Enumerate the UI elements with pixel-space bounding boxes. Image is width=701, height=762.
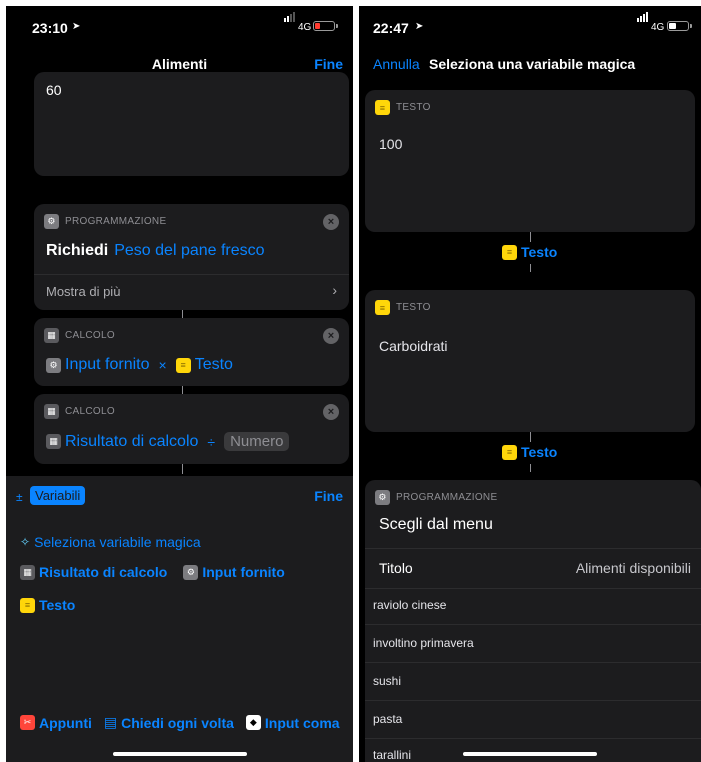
text-card-1[interactable]: ≡ TESTO 100 [365, 90, 695, 232]
ask-each-time-variable[interactable]: ▤ Chiedi ogni volta [104, 714, 234, 731]
category-label: TESTO [396, 102, 431, 113]
category-label: PROGRAMMAZIONE [65, 216, 167, 227]
calculator-icon: ▦ [20, 564, 35, 580]
menu-title-field[interactable]: Alimenti disponibili [576, 560, 691, 576]
select-magic-variable-button[interactable]: ✧ Seleziona variabile magica [20, 534, 201, 550]
remove-action-button[interactable]: × [323, 214, 339, 230]
status-time: 23:10 [32, 20, 68, 36]
network-label: 4G [298, 22, 312, 33]
text-variable[interactable]: ≡ Testo [20, 597, 75, 613]
battery-icon [667, 21, 689, 31]
status-bar: 23:10 ➤ 4G [6, 6, 353, 46]
calculate-card-2[interactable]: ▦ CALCOLO × ▦ Risultato di calcolo ÷ Nume… [34, 394, 349, 464]
location-arrow-icon: ➤ [415, 21, 424, 32]
show-more-button[interactable]: Mostra di più [46, 284, 120, 299]
shortcut-input-variable[interactable]: ◆ Input coma [245, 715, 340, 731]
scissors-icon: ✂ [20, 715, 35, 730]
gear-icon: ⚙ [46, 357, 61, 373]
action-title: Scegli dal menu [379, 516, 493, 533]
choose-from-menu-card[interactable]: ⚙ PROGRAMMAZIONE Scegli dal menu Titolo … [365, 480, 701, 762]
status-bar: 22:47 ➤ 4G [359, 6, 701, 46]
clipboard-variable[interactable]: ✂ Appunti [20, 715, 92, 731]
text-icon: ≡ [20, 597, 35, 613]
left-phone-screen: 23:10 ➤ 4G Alimenti Fine 60 ⚙ PROGRAMMAZ… [6, 6, 353, 762]
chevron-right-icon: › [332, 282, 337, 298]
text-value[interactable]: Carboidrati [379, 338, 447, 354]
text-magic-variable-2[interactable]: ≡ Testo [502, 444, 557, 460]
variables-done-button[interactable]: Fine [314, 488, 343, 504]
network-label: 4G [651, 22, 665, 33]
input-variable[interactable]: ⚙ Input fornito [183, 564, 285, 580]
category-label: PROGRAMMAZIONE [396, 492, 498, 503]
speech-bubble-icon: ▤ [103, 714, 118, 730]
home-indicator [463, 752, 597, 756]
gear-icon: ⚙ [183, 564, 199, 580]
remove-action-button[interactable]: × [323, 328, 339, 344]
text-value[interactable]: 60 [46, 82, 62, 98]
action-name: Richiedi [46, 242, 109, 259]
text-icon: ≡ [375, 100, 390, 115]
variables-tab[interactable]: Variabili [30, 486, 86, 505]
text-magic-variable-1[interactable]: ≡ Testo [502, 244, 557, 260]
prompt-parameter[interactable]: Peso del pane fresco [114, 242, 264, 260]
menu-item[interactable]: involtino primavera [365, 636, 701, 650]
text-variable-chip[interactable]: ≡ Testo [175, 356, 233, 374]
text-value[interactable]: 100 [379, 136, 402, 152]
menu-title-label: Titolo [379, 560, 413, 576]
status-time: 22:47 [373, 20, 409, 36]
number-placeholder[interactable]: Numero [224, 432, 290, 451]
page-title: Alimenti [151, 56, 208, 72]
calc-result-variable-chip[interactable]: ▦ Risultato di calcolo [46, 433, 198, 451]
gear-icon: ⚙ [44, 214, 59, 229]
text-icon: ≡ [375, 300, 390, 315]
input-variable-chip[interactable]: ⚙ Input fornito [46, 356, 150, 374]
operator-button[interactable]: × [159, 357, 167, 373]
ask-for-input-card[interactable]: ⚙ PROGRAMMAZIONE × Richiedi Peso del pan… [34, 204, 349, 310]
text-icon: ≡ [502, 444, 517, 460]
cancel-button[interactable]: Annulla [373, 56, 420, 72]
gear-icon: ⚙ [375, 490, 390, 505]
calc-result-variable[interactable]: ▦ Risultato di calcolo [20, 564, 167, 580]
right-phone-screen: 22:47 ➤ 4G Annulla Seleziona una variabi… [359, 6, 701, 762]
calculator-icon: ▦ [46, 434, 61, 449]
category-label: CALCOLO [65, 406, 115, 417]
category-label: CALCOLO [65, 330, 115, 341]
plus-minus-key[interactable]: ± [16, 490, 23, 504]
page-title: Seleziona una variabile magica [429, 56, 636, 72]
text-icon: ≡ [502, 244, 517, 260]
location-arrow-icon: ➤ [72, 21, 81, 32]
menu-item[interactable]: sushi [365, 674, 701, 688]
shortcuts-icon: ◆ [245, 715, 261, 730]
text-card[interactable]: 60 [34, 72, 349, 176]
magic-wand-icon: ✧ [20, 535, 31, 549]
text-card-2[interactable]: ≡ TESTO Carboidrati [365, 290, 695, 432]
remove-action-button[interactable]: × [323, 404, 339, 420]
category-label: TESTO [396, 302, 431, 313]
calculator-icon: ▦ [44, 404, 59, 419]
operator-button[interactable]: ÷ [207, 434, 215, 450]
done-button[interactable]: Fine [314, 56, 343, 72]
text-icon: ≡ [175, 357, 191, 373]
menu-item[interactable]: pasta [365, 712, 701, 726]
calculator-icon: ▦ [44, 328, 59, 343]
variables-panel: ± Variabili Fine ✧ Seleziona variabile m… [6, 476, 353, 762]
battery-icon [313, 21, 335, 31]
home-indicator [113, 752, 247, 756]
menu-item[interactable]: raviolo cinese [365, 598, 701, 612]
calculate-card-1[interactable]: ▦ CALCOLO × ⚙ Input fornito × ≡ Testo [34, 318, 349, 386]
